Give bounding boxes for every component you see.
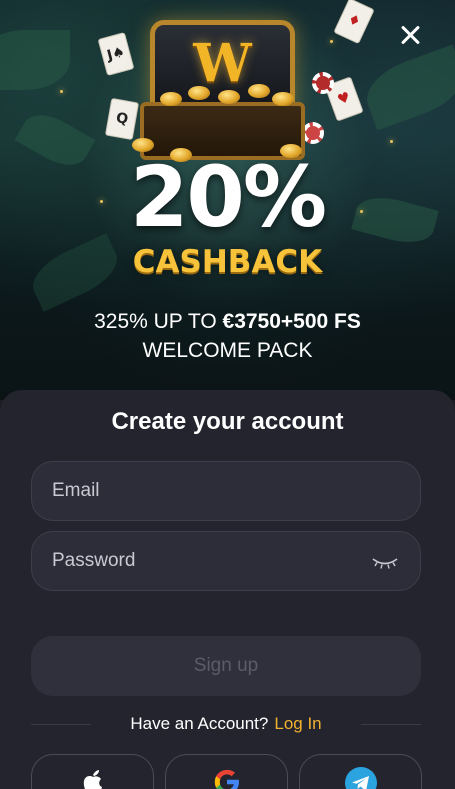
coin-decoration [218, 90, 240, 104]
telegram-icon [344, 767, 377, 789]
bonus-offer-prefix: 325% UP TO [94, 310, 223, 333]
login-link[interactable]: Log In [274, 714, 321, 733]
cashback-label: CASHBACK [132, 244, 323, 280]
playing-card-icon: ♦ [333, 0, 375, 45]
sparkle-decoration [330, 40, 333, 43]
signup-button[interactable]: Sign up [31, 636, 421, 696]
coin-decoration [248, 84, 270, 98]
login-prompt-row: Have an Account? Log In [31, 712, 421, 736]
password-input[interactable] [52, 550, 400, 572]
google-icon [214, 769, 239, 789]
have-account-label: Have an Account? [130, 714, 269, 733]
playing-card-icon: Q [104, 97, 140, 141]
foliage-decoration [358, 44, 455, 131]
promo-banner: J♠ Q ♦ ♥ W 20% CASHBACK 325% UP TO €3750… [0, 0, 455, 400]
bonus-offer-line: 325% UP TO €3750+500 FS [0, 310, 455, 334]
close-button[interactable] [397, 22, 423, 48]
apple-login-button[interactable] [31, 754, 154, 789]
poker-chip-icon [312, 72, 334, 94]
sparkle-decoration [390, 140, 393, 143]
cashback-percent: 20% [129, 148, 327, 246]
treasure-chest-illustration: W [132, 20, 305, 162]
eye-closed-icon[interactable] [372, 556, 398, 570]
email-input[interactable] [52, 480, 400, 502]
foliage-decoration [0, 30, 70, 90]
form-title: Create your account [111, 408, 344, 435]
chest-logo-letter: W [193, 33, 252, 94]
telegram-login-button[interactable] [299, 754, 422, 789]
password-field[interactable] [31, 531, 421, 591]
have-account-text: Have an Account? Log In [31, 712, 421, 736]
google-login-button[interactable] [165, 754, 288, 789]
poker-chip-icon [302, 122, 324, 144]
coin-decoration [188, 86, 210, 100]
bonus-offer-amount: €3750+500 FS [222, 310, 361, 333]
coin-decoration [160, 92, 182, 106]
email-field[interactable] [31, 461, 421, 521]
welcome-pack-label: WELCOME PACK [142, 339, 313, 362]
playing-card-icon: J♠ [97, 32, 135, 76]
apple-icon [83, 770, 102, 789]
coin-decoration [272, 92, 294, 106]
sparkle-decoration [60, 90, 63, 93]
